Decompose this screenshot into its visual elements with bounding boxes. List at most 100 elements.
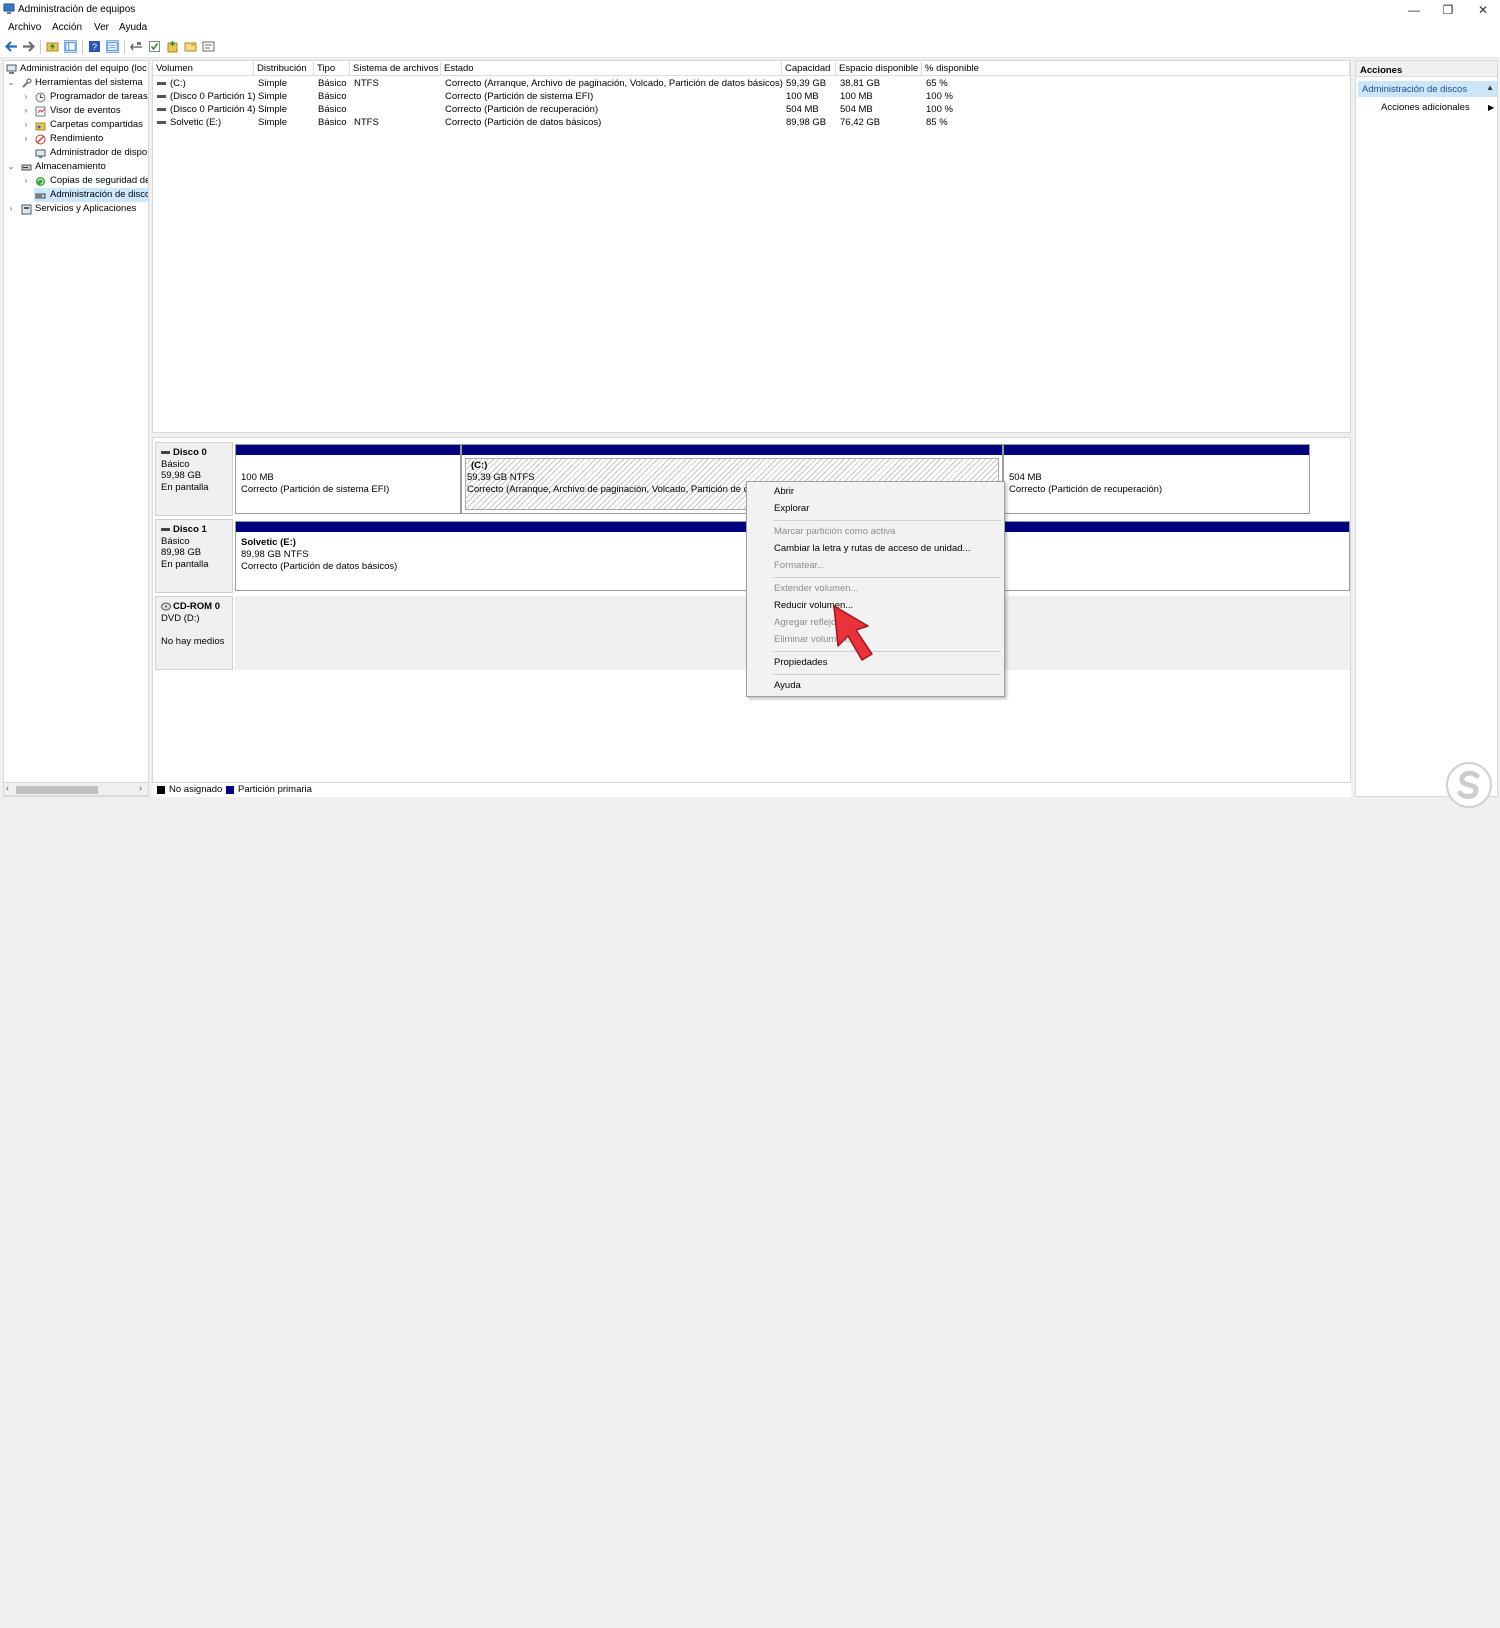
table-row[interactable]: (Disco 0 Partición 4) Simple Básico Corr…	[153, 103, 1350, 116]
tree-item-device-manager[interactable]: Administrador de dispo	[4, 146, 148, 160]
context-menu: Abrir Explorar Marcar partición como act…	[746, 481, 1005, 697]
tree-item-label: Administración del equipo (loc	[20, 63, 147, 74]
show-tree-icon[interactable]	[64, 40, 77, 53]
column-header-espacio-disponible[interactable]: Espacio disponible	[836, 62, 922, 76]
tools-icon	[22, 78, 32, 88]
partition-efi[interactable]: 100 MB Correcto (Partición de sistema EF…	[235, 444, 461, 514]
tree-item-label: Administrador de dispo	[50, 147, 148, 158]
volume-name: (Disco 0 Partición 4)	[170, 104, 256, 115]
tree-item-shared-folders[interactable]: › Carpetas compartidas	[4, 118, 148, 132]
minimize-button[interactable]: —	[1397, 0, 1431, 20]
volume-free-space: 504 MB	[840, 104, 873, 115]
volume-layout: Simple	[258, 91, 288, 102]
chevron-right-icon[interactable]: ›	[22, 174, 30, 188]
menu-item-cambiar-letra[interactable]: Cambiar la letra y rutas de acceso de un…	[774, 543, 970, 555]
partition-size: 504 MB	[1009, 472, 1042, 483]
volume-capacity: 59,39 GB	[786, 78, 827, 89]
forward-arrow-icon[interactable]	[22, 40, 35, 53]
column-header-volumen[interactable]: Volumen	[153, 62, 254, 76]
backup-icon	[36, 177, 45, 186]
menu-item-propiedades[interactable]: Propiedades	[774, 657, 827, 669]
menu-item-explorar[interactable]: Explorar	[774, 503, 809, 515]
navigation-tree: Administración del equipo (loc ⌄ Herrami…	[3, 60, 149, 797]
connect-icon[interactable]	[130, 40, 143, 53]
chevron-right-icon[interactable]: ›	[22, 118, 30, 132]
volume-percent-free: 100 %	[926, 104, 953, 115]
chevron-down-icon[interactable]: ⌄	[7, 160, 15, 174]
tree-item-system-tools[interactable]: ⌄ Herramientas del sistema	[4, 76, 148, 90]
chevron-down-icon[interactable]: ⌄	[7, 76, 15, 90]
menu-ver[interactable]: Ver	[94, 22, 109, 33]
cd-drive-icon	[161, 602, 171, 611]
tree-item-performance[interactable]: › Rendimiento	[4, 132, 148, 146]
volume-percent-free: 85 %	[926, 117, 948, 128]
column-header-estado[interactable]: Estado	[441, 62, 782, 76]
menu-accion[interactable]: Acción	[52, 22, 82, 33]
help-icon[interactable]: ?	[88, 40, 101, 53]
tree-item-label: Carpetas compartidas	[50, 119, 143, 130]
table-row[interactable]: (C:) Simple Básico NTFS Correcto (Arranq…	[153, 77, 1350, 90]
volume-free-space: 38,81 GB	[840, 78, 881, 89]
legend-label: No asignado	[169, 784, 223, 795]
menu-item-extender: Extender volumen...	[774, 583, 859, 594]
tree-item-label: Copias de seguridad de	[50, 175, 149, 186]
partition-text: 100 MB Correcto (Partición de sistema EF…	[241, 472, 389, 496]
cdrom-0-header[interactable]: CD-ROM 0 DVD (D:) No hay medios	[155, 596, 233, 670]
folder-open-icon[interactable]	[184, 40, 197, 53]
table-row[interactable]: Solvetic (E:) Simple Básico NTFS Correct…	[153, 116, 1350, 129]
menu-item-ayuda[interactable]: Ayuda	[774, 680, 801, 692]
folder-up-icon[interactable]	[46, 40, 59, 53]
volume-status: Correcto (Partición de recuperación)	[445, 104, 599, 115]
legend-label: Partición primaria	[238, 784, 312, 795]
chevron-right-icon[interactable]: ›	[7, 202, 15, 216]
partition-label: Solvetic (E:)	[241, 537, 296, 548]
back-arrow-icon[interactable]	[5, 40, 18, 53]
menu-ayuda[interactable]: Ayuda	[119, 22, 147, 33]
tree-horizontal-scrollbar[interactable]: ‹ ›	[3, 782, 149, 796]
chevron-right-icon[interactable]: ›	[22, 104, 30, 118]
collapse-up-icon[interactable]: ▲	[1486, 83, 1494, 92]
tree-item-backup[interactable]: › Copias de seguridad de	[4, 174, 148, 188]
volume-type: Básico	[318, 104, 347, 115]
column-header-distribucion[interactable]: Distribución	[254, 62, 314, 76]
legend-swatch-primary	[226, 786, 234, 794]
menu-archivo[interactable]: Archivo	[8, 22, 41, 33]
disk-type: DVD (D:)	[161, 612, 200, 624]
tree-item-disk-management[interactable]: Administración de disco	[34, 188, 148, 202]
volume-capacity: 89,98 GB	[786, 117, 827, 128]
column-header-porcentaje-disponible[interactable]: % disponible	[922, 62, 1350, 76]
scroll-right-icon[interactable]: ›	[139, 783, 142, 793]
column-header-capacidad[interactable]: Capacidad	[782, 62, 836, 76]
table-row[interactable]: (Disco 0 Partición 1) Simple Básico Corr…	[153, 90, 1350, 103]
column-header-sistema-archivos[interactable]: Sistema de archivos	[350, 62, 441, 76]
scroll-left-icon[interactable]: ‹	[6, 783, 9, 793]
tree-item-event-viewer[interactable]: › Visor de eventos	[4, 104, 148, 118]
tree-item-label: Visor de eventos	[50, 105, 121, 116]
actions-section-disk-management[interactable]: Administración de discos ▲	[1358, 81, 1497, 97]
actions-header: Acciones	[1356, 61, 1497, 77]
disk-size: 59,98 GB	[161, 470, 202, 481]
restore-button[interactable]: ❐	[1431, 0, 1465, 20]
volume-filesystem: NTFS	[354, 78, 379, 89]
tree-item-storage[interactable]: ⌄ Almacenamiento	[4, 160, 148, 174]
chevron-right-icon[interactable]: ›	[22, 90, 30, 104]
shared-folder-icon	[35, 122, 46, 131]
tree-item-services-apps[interactable]: › Servicios y Aplicaciones	[4, 202, 148, 216]
view-icon[interactable]	[202, 40, 215, 53]
column-header-tipo[interactable]: Tipo	[314, 62, 350, 76]
check-icon[interactable]	[148, 40, 161, 53]
menu-item-abrir[interactable]: Abrir	[774, 486, 794, 498]
disk-0-header[interactable]: Disco 0 Básico 59,98 GB En pantalla	[155, 442, 233, 516]
more-actions[interactable]: Acciones adicionales ▶	[1381, 102, 1494, 113]
disk-1-header[interactable]: Disco 1 Básico 89,98 GB En pantalla	[155, 519, 233, 593]
properties-icon[interactable]	[106, 40, 119, 53]
scrollbar-thumb[interactable]	[16, 786, 98, 794]
partition-recovery[interactable]: 504 MB Correcto (Partición de recuperaci…	[1003, 444, 1310, 514]
tree-item-task-scheduler[interactable]: › Programador de tareas	[4, 90, 148, 104]
volume-name: Solvetic (E:)	[170, 117, 222, 128]
chevron-right-icon[interactable]: ›	[22, 132, 30, 146]
solvetic-logo-icon	[1446, 762, 1492, 808]
tree-item-computer-management[interactable]: Administración del equipo (loc	[4, 62, 148, 76]
new-icon[interactable]	[166, 40, 179, 53]
close-button[interactable]: ✕	[1466, 0, 1500, 20]
